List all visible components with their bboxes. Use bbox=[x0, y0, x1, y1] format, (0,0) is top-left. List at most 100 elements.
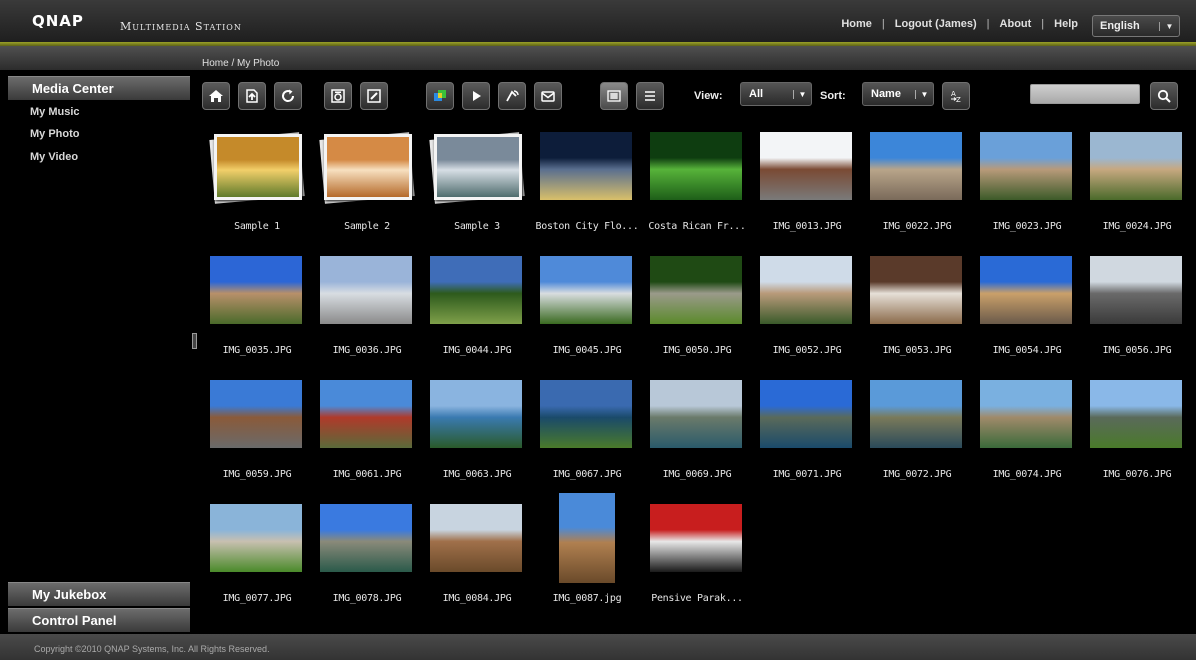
photo-item[interactable]: IMG_0059.JPG bbox=[202, 372, 312, 490]
nav-home-link[interactable]: Home bbox=[841, 18, 872, 30]
nav-logout-link[interactable]: Logout (James) bbox=[895, 18, 977, 30]
photo-item[interactable]: IMG_0067.JPG bbox=[532, 372, 642, 490]
toolbar: View: All ▼ Sort: Name ▼ AZ bbox=[198, 76, 1188, 116]
camera-icon bbox=[331, 89, 345, 103]
photo-item[interactable]: IMG_0022.JPG bbox=[862, 124, 972, 242]
photo-thumbnail bbox=[540, 132, 632, 200]
search-input[interactable] bbox=[1030, 84, 1140, 104]
photo-thumbnail bbox=[430, 256, 522, 324]
up-folder-button[interactable] bbox=[238, 82, 266, 110]
sidebar-item-my-video[interactable]: My Video bbox=[30, 151, 78, 163]
item-name: IMG_0087.jpg bbox=[552, 593, 622, 604]
photo-item[interactable]: IMG_0023.JPG bbox=[972, 124, 1082, 242]
album-cover-frame bbox=[434, 134, 522, 200]
item-name: IMG_0056.JPG bbox=[1102, 345, 1172, 356]
home-button[interactable] bbox=[202, 82, 230, 110]
sidebar-control-panel[interactable]: Control Panel bbox=[8, 608, 190, 632]
photo-thumbnail bbox=[540, 380, 632, 448]
photo-thumbnail bbox=[980, 132, 1072, 200]
item-name: Sample 3 bbox=[454, 221, 500, 232]
publish-button[interactable] bbox=[426, 82, 454, 110]
photo-item[interactable]: IMG_0072.JPG bbox=[862, 372, 972, 490]
sort-order-button[interactable]: AZ bbox=[942, 82, 970, 110]
item-name: IMG_0053.JPG bbox=[882, 345, 952, 356]
photo-item[interactable]: IMG_0076.JPG bbox=[1082, 372, 1192, 490]
photo-thumbnail bbox=[650, 132, 742, 200]
photo-item[interactable]: IMG_0052.JPG bbox=[752, 248, 862, 366]
play-button[interactable] bbox=[462, 82, 490, 110]
item-name: IMG_0045.JPG bbox=[552, 345, 622, 356]
photo-item[interactable]: IMG_0084.JPG bbox=[422, 496, 532, 614]
breadcrumb[interactable]: Home / My Photo bbox=[202, 58, 279, 69]
view-select[interactable]: All ▼ bbox=[740, 82, 812, 106]
copyright-text: Copyright ©2010 QNAP Systems, Inc. All R… bbox=[34, 644, 270, 654]
photo-item[interactable]: IMG_0044.JPG bbox=[422, 248, 532, 366]
item-name: Costa Rican Fr... bbox=[648, 221, 746, 232]
album-item[interactable]: Sample 1 bbox=[202, 124, 312, 242]
photo-item[interactable]: IMG_0077.JPG bbox=[202, 496, 312, 614]
photo-item[interactable]: IMG_0078.JPG bbox=[312, 496, 422, 614]
sidebar-media-center[interactable]: Media Center bbox=[8, 76, 190, 100]
sidebar-item-my-photo[interactable]: My Photo bbox=[30, 128, 80, 140]
slideshow-settings-button[interactable] bbox=[324, 82, 352, 110]
view-label: View: bbox=[694, 90, 723, 102]
photo-item[interactable]: IMG_0036.JPG bbox=[312, 248, 422, 366]
photo-item[interactable]: IMG_0045.JPG bbox=[532, 248, 642, 366]
photo-thumbnail bbox=[210, 256, 302, 324]
rotate-button[interactable] bbox=[498, 82, 526, 110]
photo-item[interactable]: IMG_0063.JPG bbox=[422, 372, 532, 490]
sidebar-collapse-handle[interactable] bbox=[192, 333, 197, 349]
item-name: IMG_0077.JPG bbox=[222, 593, 292, 604]
item-name: IMG_0023.JPG bbox=[992, 221, 1062, 232]
email-button[interactable] bbox=[534, 82, 562, 110]
item-name: IMG_0059.JPG bbox=[222, 469, 292, 480]
sidebar-my-jukebox[interactable]: My Jukebox bbox=[8, 582, 190, 606]
photo-item[interactable]: IMG_0087.jpg bbox=[532, 493, 642, 614]
item-name: IMG_0024.JPG bbox=[1102, 221, 1172, 232]
photo-item[interactable]: IMG_0074.JPG bbox=[972, 372, 1082, 490]
photo-thumbnail bbox=[320, 504, 412, 572]
photo-thumbnail bbox=[760, 256, 852, 324]
photo-item[interactable]: IMG_0050.JPG bbox=[642, 248, 752, 366]
photo-item[interactable]: Costa Rican Fr... bbox=[642, 124, 752, 242]
refresh-button[interactable] bbox=[274, 82, 302, 110]
sidebar-item-my-music[interactable]: My Music bbox=[30, 106, 80, 118]
photo-item[interactable]: IMG_0024.JPG bbox=[1082, 124, 1192, 242]
album-cover-frame bbox=[214, 134, 302, 200]
photo-item[interactable]: IMG_0054.JPG bbox=[972, 248, 1082, 366]
grid-view-button[interactable] bbox=[600, 82, 628, 110]
edit-button[interactable] bbox=[360, 82, 388, 110]
search-button[interactable] bbox=[1150, 82, 1178, 110]
nav-separator: | bbox=[986, 18, 990, 30]
album-cover-image bbox=[327, 137, 409, 197]
album-cover-image bbox=[437, 137, 519, 197]
colors-icon bbox=[434, 90, 446, 101]
nav-about-link[interactable]: About bbox=[1000, 18, 1032, 30]
refresh-icon bbox=[282, 89, 295, 102]
photo-item[interactable]: IMG_0061.JPG bbox=[312, 372, 422, 490]
mail-icon bbox=[541, 91, 555, 102]
photo-item[interactable]: IMG_0056.JPG bbox=[1082, 248, 1192, 366]
grid-view-icon bbox=[607, 90, 621, 102]
list-view-button[interactable] bbox=[636, 82, 664, 110]
photo-item[interactable]: IMG_0013.JPG bbox=[752, 124, 862, 242]
chevron-down-icon: ▼ bbox=[915, 89, 933, 99]
album-item[interactable]: Sample 3 bbox=[422, 124, 532, 242]
album-item[interactable]: Sample 2 bbox=[312, 124, 422, 242]
photo-item[interactable]: IMG_0069.JPG bbox=[642, 372, 752, 490]
photo-thumbnail bbox=[980, 380, 1072, 448]
item-name: Boston City Flo... bbox=[535, 221, 639, 232]
photo-item[interactable]: IMG_0071.JPG bbox=[752, 372, 862, 490]
qnap-logo: QNAP bbox=[32, 12, 84, 30]
item-name: Pensive Parak... bbox=[651, 593, 743, 604]
item-name: Sample 1 bbox=[234, 221, 280, 232]
photo-item[interactable]: IMG_0035.JPG bbox=[202, 248, 312, 366]
language-select[interactable]: English ▼ bbox=[1092, 15, 1180, 37]
photo-item[interactable]: IMG_0053.JPG bbox=[862, 248, 972, 366]
sort-select[interactable]: Name ▼ bbox=[862, 82, 934, 106]
photo-item[interactable]: Pensive Parak... bbox=[642, 496, 752, 614]
photo-item[interactable]: Boston City Flo... bbox=[532, 124, 642, 242]
nav-help-link[interactable]: Help bbox=[1054, 18, 1078, 30]
item-name: IMG_0052.JPG bbox=[772, 345, 842, 356]
item-name: IMG_0067.JPG bbox=[552, 469, 622, 480]
